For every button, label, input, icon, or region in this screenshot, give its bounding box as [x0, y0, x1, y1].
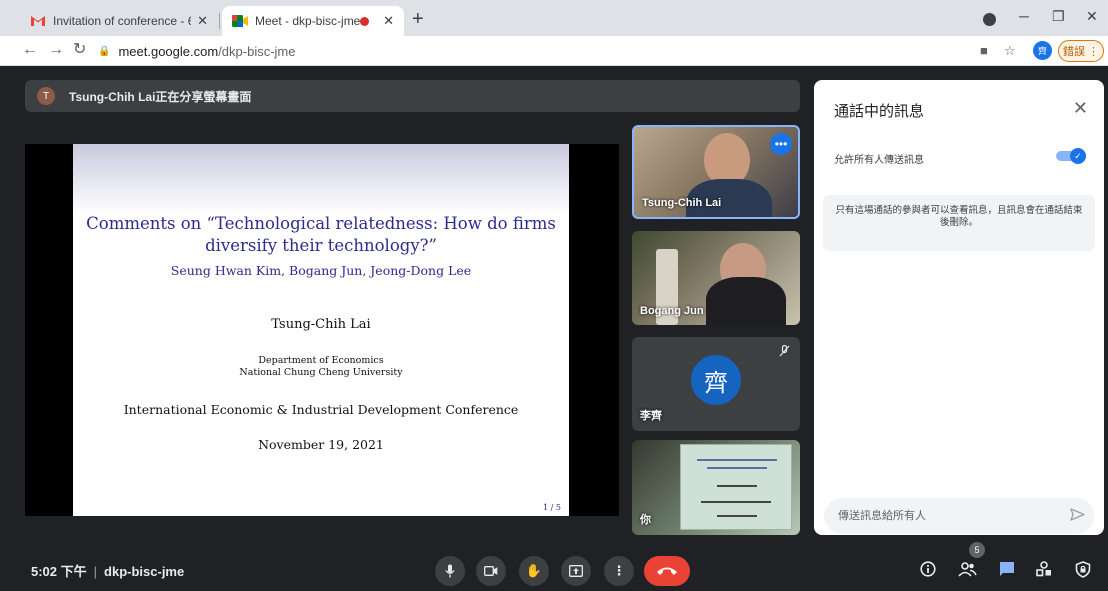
info-separator: | — [93, 564, 98, 579]
close-icon[interactable]: ✕ — [197, 13, 208, 29]
presentation-slide: Comments on “Technological relatedness: … — [73, 144, 569, 516]
bookmark-star-icon[interactable]: ☆ — [1004, 43, 1016, 59]
url-field[interactable]: 🔒 meet.google.com/dkp-bisc-jme — [98, 40, 958, 62]
present-now-button[interactable] — [561, 556, 591, 586]
url-host: meet.google.com — [118, 43, 219, 59]
participant-tile[interactable]: 齊 李齊 — [632, 337, 800, 431]
close-icon[interactable]: ✕ — [383, 13, 394, 29]
tab-meet[interactable]: Meet - dkp-bisc-jme ✕ — [222, 6, 404, 36]
slide-title-line: diversify their technology?” — [205, 236, 437, 255]
meeting-code: dkp-bisc-jme — [104, 564, 185, 579]
browser-profile-icon[interactable] — [983, 13, 996, 26]
send-icon[interactable] — [1070, 508, 1085, 524]
meet-icon — [232, 14, 248, 28]
slide-page-number: 1 / 5 — [543, 503, 561, 512]
gmail-icon — [30, 14, 46, 28]
camera-icon — [484, 566, 498, 576]
thumbnail-line — [697, 459, 777, 461]
chrome-avatar[interactable]: 齊 — [1033, 41, 1052, 60]
slide-dept-line: National Chung Cheng University — [239, 367, 403, 378]
chat-panel: 通話中的訊息 ✕ 允許所有人傳送訊息 ✓ 只有這場通話的參與者可以查看訊息，且訊… — [814, 80, 1104, 535]
thumbnail-line — [717, 515, 757, 517]
microphone-button[interactable] — [435, 556, 465, 586]
slide-conference: International Economic & Industrial Deve… — [123, 402, 519, 417]
new-tab-button[interactable]: + — [412, 9, 424, 29]
thumbnail-line — [707, 467, 767, 469]
meet-window: T Tsung-Chih Lai正在分享螢幕畫面 Comments on “Te… — [0, 67, 1108, 591]
hand-icon: ✋ — [525, 563, 543, 578]
activities-icon[interactable] — [1036, 561, 1052, 582]
forward-arrow-icon[interactable]: → — [48, 41, 64, 59]
screen-share-text: Tsung-Chih Lai正在分享螢幕畫面 — [69, 89, 252, 104]
participant-name: 李齊 — [640, 410, 662, 422]
back-arrow-icon[interactable]: ← — [22, 41, 38, 59]
more-options-icon[interactable]: ••• — [770, 133, 792, 155]
slide-title: Comments on “Technological relatedness: … — [73, 213, 569, 257]
close-icon[interactable]: ✕ — [1073, 98, 1088, 119]
participant-name: Bogang Jun — [640, 305, 704, 317]
thumbnail-line — [701, 501, 771, 503]
people-icon[interactable] — [957, 561, 977, 582]
chrome-error-button[interactable]: 錯誤 ⋮ — [1058, 40, 1104, 62]
chat-message-input[interactable] — [824, 498, 1094, 534]
reload-icon[interactable]: ↻ — [73, 41, 86, 59]
url-path: /dkp-bisc-jme — [218, 43, 296, 59]
more-options-button[interactable]: ⋮ — [604, 556, 634, 586]
chat-icon[interactable] — [999, 561, 1015, 582]
allow-messages-label: 允許所有人傳送訊息 — [834, 155, 924, 166]
slide-affiliation: Department of Economics National Chung C… — [73, 355, 569, 379]
camera-button[interactable] — [476, 556, 506, 586]
allow-messages-toggle[interactable]: ✓ — [1056, 148, 1086, 164]
error-button-label: 錯誤 — [1062, 46, 1085, 58]
host-controls-icon[interactable] — [1075, 561, 1091, 583]
participant-video-body — [706, 277, 786, 325]
restore-icon[interactable]: ❐ — [1052, 8, 1065, 25]
more-vert-icon: ⋮ — [612, 563, 626, 578]
participant-avatar: 齊 — [691, 355, 741, 405]
lock-icon: 🔒 — [98, 45, 111, 57]
shared-screen-thumbnail — [680, 444, 792, 530]
slide-date: November 19, 2021 — [258, 437, 384, 452]
participant-tile[interactable]: ••• Tsung-Chih Lai — [632, 125, 800, 219]
minimize-icon[interactable]: ─ — [1019, 8, 1029, 24]
people-count-badge: 5 — [969, 542, 985, 558]
bottom-control-bar: 5:02 下午 | dkp-bisc-jme ✋ ⋮ 5 — [0, 542, 1108, 591]
microphone-icon — [445, 564, 455, 578]
recording-dot-icon — [360, 16, 370, 26]
chat-panel-title: 通話中的訊息 — [834, 103, 925, 120]
chat-notice: 只有這場通話的參與者可以查看訊息，且訊息會在通話結束後刪除。 — [823, 195, 1095, 251]
participant-tile[interactable]: Bogang Jun — [632, 231, 800, 325]
meeting-info: 5:02 下午 | dkp-bisc-jme — [31, 561, 184, 580]
slide-authors: Seung Hwan Kim, Bogang Jun, Jeong-Dong L… — [170, 263, 472, 278]
check-icon: ✓ — [1070, 148, 1086, 164]
meeting-details-icon[interactable] — [920, 561, 936, 582]
participant-name: 你 — [640, 514, 651, 526]
window-close-icon[interactable]: ✕ — [1086, 8, 1098, 25]
mic-off-icon — [779, 344, 790, 360]
slide-dept-line: Department of Economics — [258, 355, 384, 366]
thumbnail-line — [717, 485, 757, 487]
camera-in-use-icon[interactable]: ■ — [980, 43, 988, 58]
slide-header-band — [73, 144, 569, 214]
tab-title: Meet - dkp-bisc-jme — [255, 14, 361, 28]
raise-hand-button[interactable]: ✋ — [519, 556, 549, 586]
slide-presenter: Tsung-Chih Lai — [271, 317, 371, 332]
presentation-stage[interactable]: Comments on “Technological relatedness: … — [25, 144, 619, 516]
leave-call-button[interactable] — [644, 556, 690, 586]
current-time: 5:02 下午 — [31, 564, 87, 579]
browser-tab-bar: Invitation of conference - 6109 ✕ Meet -… — [0, 0, 1108, 36]
tab-title: Invitation of conference - 6109 — [53, 14, 192, 28]
self-view-tile[interactable]: 你 — [632, 440, 800, 535]
screen-share-banner: T Tsung-Chih Lai正在分享螢幕畫面 — [25, 80, 800, 112]
tab-gmail[interactable]: Invitation of conference - 6109 ✕ — [20, 6, 218, 36]
present-screen-icon — [569, 565, 583, 577]
participant-name: Tsung-Chih Lai — [642, 197, 722, 209]
presenter-avatar: T — [37, 87, 55, 105]
hang-up-icon — [657, 567, 677, 575]
address-bar: ← → ↻ 🔒 meet.google.com/dkp-bisc-jme ■ ☆ — [0, 36, 1108, 66]
slide-title-line: Comments on “Technological relatedness: … — [86, 214, 556, 233]
tab-divider — [219, 13, 220, 29]
